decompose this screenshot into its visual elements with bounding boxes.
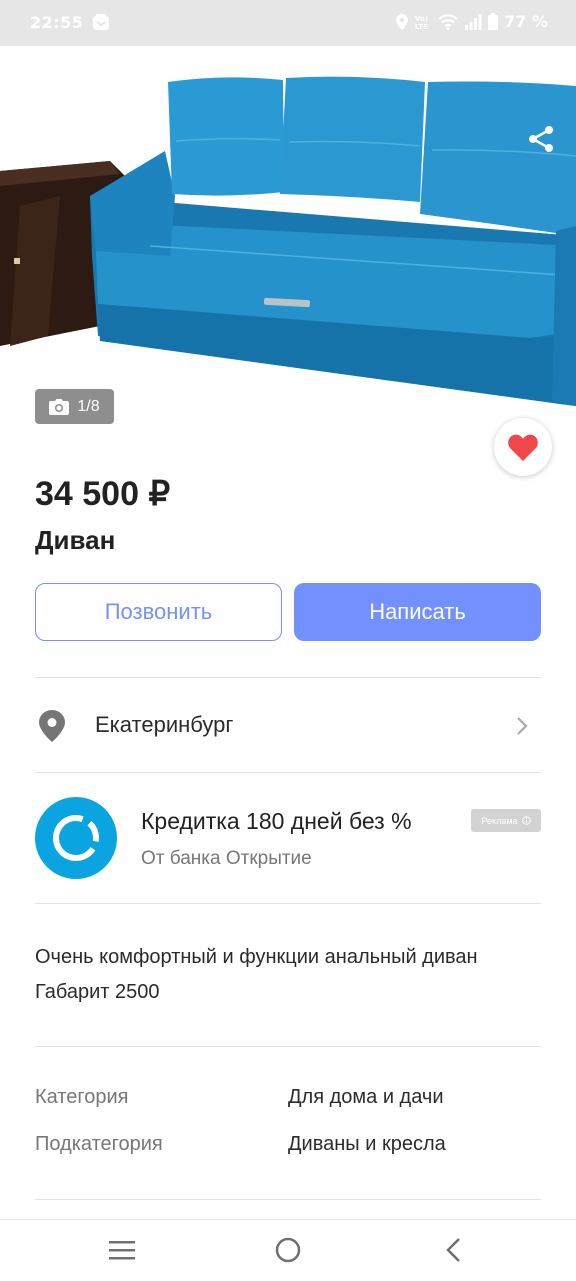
photo-counter: 1/8 xyxy=(35,389,114,424)
property-label: Категория xyxy=(35,1086,129,1108)
back-button[interactable] xyxy=(438,1234,470,1266)
heart-icon xyxy=(508,434,538,461)
photo-counter-text: 1/8 xyxy=(77,397,100,415)
status-bar: 22:55 Vo) LTE 77 % xyxy=(0,0,576,46)
call-button[interactable]: Позвонить xyxy=(35,583,282,641)
divider xyxy=(35,1046,541,1047)
back-icon xyxy=(446,1238,460,1262)
listing-photo[interactable] xyxy=(0,46,576,446)
info-icon xyxy=(521,816,531,825)
ad-badge[interactable]: Реклама xyxy=(471,809,541,832)
volte-icon: Vo) LTE xyxy=(415,15,428,31)
sofa-image xyxy=(0,76,576,406)
status-time: 22:55 xyxy=(30,13,84,32)
home-button[interactable] xyxy=(272,1234,304,1266)
property-value: Диваны и кресла xyxy=(288,1133,446,1155)
signal-icon xyxy=(465,13,482,30)
favorite-button[interactable] xyxy=(494,418,552,476)
bank-logo xyxy=(35,797,117,879)
write-button[interactable]: Написать xyxy=(294,583,541,641)
home-icon xyxy=(275,1237,301,1263)
menu-icon xyxy=(109,1241,135,1260)
ad-banner[interactable]: Кредитка 180 дней без % От банка Открыти… xyxy=(35,773,541,903)
property-value: Для дома и дачи xyxy=(288,1086,444,1108)
location-row[interactable]: Екатеринбург xyxy=(35,678,541,772)
listing-description: Очень комфортный и функции анальный дива… xyxy=(35,940,541,1010)
property-row: Категория Для дома и дачи xyxy=(35,1086,541,1133)
listing-properties: Категория Для дома и дачи Подкатегория Д… xyxy=(35,1086,541,1180)
location-icon xyxy=(396,13,409,30)
svg-text:Vo): Vo) xyxy=(415,15,428,23)
property-label: Подкатегория xyxy=(35,1133,163,1155)
location-pin-icon xyxy=(39,710,65,742)
share-icon[interactable] xyxy=(524,122,558,156)
svg-text:LTE: LTE xyxy=(415,23,428,31)
battery-icon xyxy=(488,13,499,30)
battery-percent: 77 % xyxy=(504,12,548,31)
camera-icon xyxy=(49,398,70,415)
wifi-icon xyxy=(438,13,458,30)
divider xyxy=(35,1199,541,1200)
ad-badge-label: Реклама xyxy=(481,815,518,826)
listing-price: 34 500 ₽ xyxy=(35,475,171,513)
location-city: Екатеринбург xyxy=(95,712,234,737)
description-line: Габарит 2500 xyxy=(35,981,160,1003)
ad-subtitle: От банка Открытие xyxy=(141,848,312,869)
status-icons: Vo) LTE 77 % xyxy=(396,12,548,31)
recent-apps-button[interactable] xyxy=(106,1234,138,1266)
listing-title: Диван xyxy=(35,525,116,555)
system-nav-bar xyxy=(0,1219,576,1281)
chevron-right-icon xyxy=(517,717,528,735)
description-line: Очень комфортный и функции анальный дива… xyxy=(35,946,478,968)
divider xyxy=(35,903,541,904)
message-icon xyxy=(93,14,109,30)
bank-logo-icon xyxy=(53,815,99,861)
ad-title: Кредитка 180 дней без % xyxy=(141,808,412,834)
property-row: Подкатегория Диваны и кресла xyxy=(35,1133,541,1180)
